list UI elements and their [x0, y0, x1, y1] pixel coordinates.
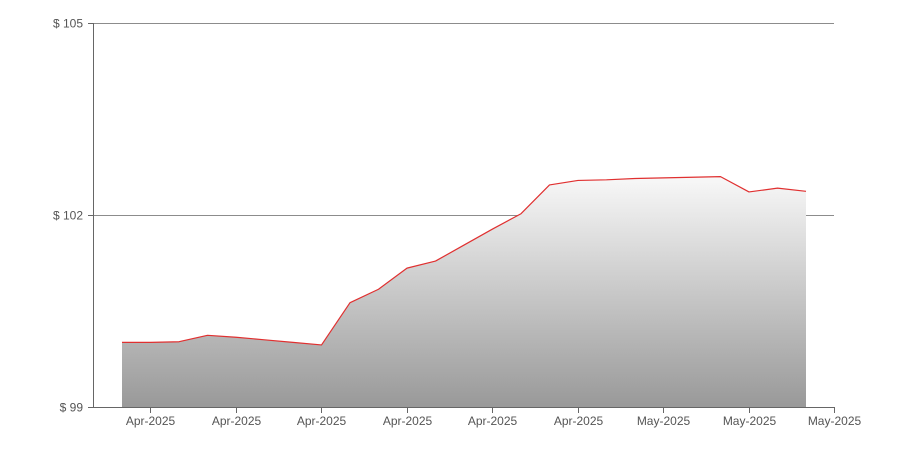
series-area-fill: [122, 176, 806, 407]
x-tick-label-2: Apr-2025: [297, 414, 347, 428]
x-tick-label-6: May-2025: [637, 414, 691, 428]
y-tick-label-2: $ 105: [53, 17, 83, 31]
area-fill-layer: [122, 176, 806, 407]
x-tick-label-1: Apr-2025: [212, 414, 262, 428]
x-tick-label-4: Apr-2025: [468, 414, 518, 428]
x-tick-label-0: Apr-2025: [126, 414, 176, 428]
x-tick-label-5: Apr-2025: [554, 414, 604, 428]
y-tick-label-0: $ 99: [60, 401, 84, 415]
y-tick-label-1: $ 102: [53, 209, 83, 223]
y-axis-tick-labels: $ 99 $ 102 $ 105: [53, 17, 93, 415]
x-tick-label-3: Apr-2025: [383, 414, 433, 428]
x-tick-label-8: May-2025: [808, 414, 862, 428]
x-axis-tick-labels: Apr-2025 Apr-2025 Apr-2025 Apr-2025 Apr-2025…: [126, 407, 862, 428]
x-tick-label-7: May-2025: [723, 414, 777, 428]
price-area-chart: $ 99 $ 102 $ 105 Apr-2025 Apr-2025 Apr-2025 A…: [0, 0, 900, 450]
chart-svg: $ 99$ 102$ 105 Apr-2025 Apr-2025 Apr-2025 A…: [53, 17, 862, 429]
